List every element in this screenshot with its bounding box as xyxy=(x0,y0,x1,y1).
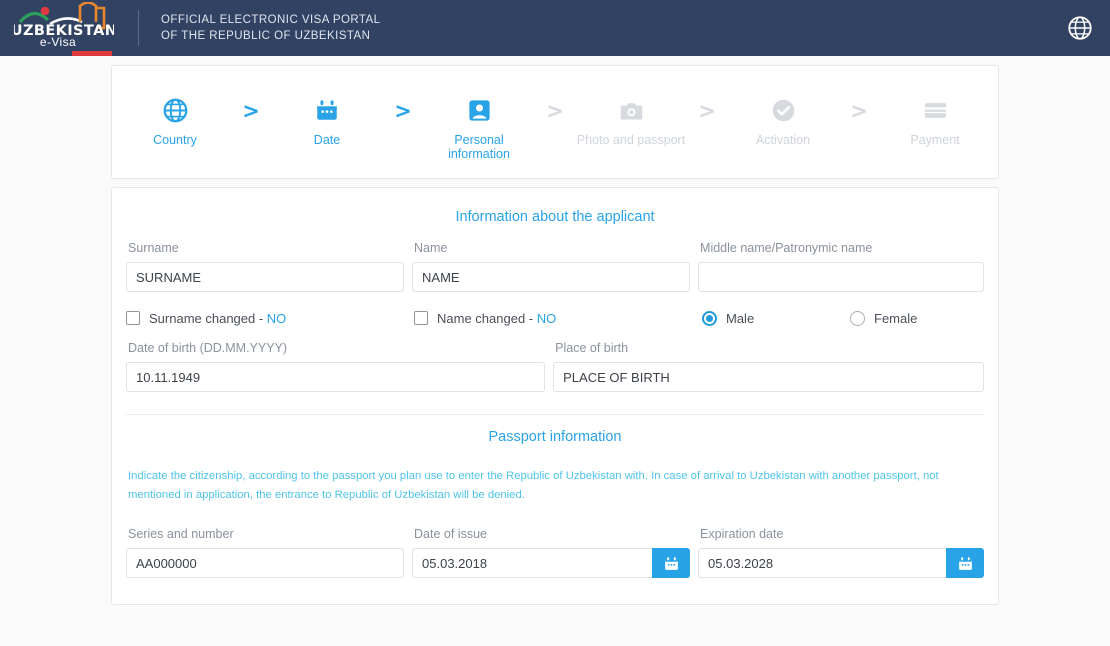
camera-icon xyxy=(572,94,690,126)
credit-card-icon xyxy=(876,94,994,126)
name-input[interactable] xyxy=(412,262,691,292)
step-date[interactable]: Date xyxy=(268,94,386,147)
series-and-number-input[interactable] xyxy=(126,548,405,578)
issue-date-field-group: Date of issue xyxy=(412,527,698,578)
step-label: Payment xyxy=(910,133,960,147)
page-body: Country > Date > Personal information > … xyxy=(0,56,1110,646)
expiration-date-label: Expiration date xyxy=(700,527,784,541)
name-changed-checkbox[interactable]: Name changed - NO xyxy=(414,311,702,326)
middle-name-field-group: Middle name/Patronymic name xyxy=(698,241,984,292)
pob-label: Place of birth xyxy=(555,341,629,355)
middle-name-label: Middle name/Patronymic name xyxy=(700,241,873,255)
name-changed-label: Name changed - NO xyxy=(437,311,556,326)
portal-title-line2: OF THE REPUBLIC OF UZBEKISTAN xyxy=(161,30,371,42)
surname-input[interactable] xyxy=(126,262,405,292)
step-personal-information[interactable]: Personal information xyxy=(420,94,538,161)
radio-circle[interactable] xyxy=(850,310,865,326)
step-chevron-5: > xyxy=(850,99,868,123)
site-header: UZBEKISTAN e-Visa OFFICIAL ELECTRONIC VI… xyxy=(0,0,1110,56)
expiration-date-input-group xyxy=(698,548,984,578)
passport-section-title: Passport information xyxy=(488,429,622,445)
birth-row: Date of birth (DD.MM.YYYY) Place of birt… xyxy=(126,341,984,392)
step-chevron-3: > xyxy=(546,99,564,123)
issue-date-label: Date of issue xyxy=(414,527,487,541)
expiration-date-field-group: Expiration date xyxy=(698,527,984,578)
globe-icon xyxy=(116,94,234,126)
checkbox-box[interactable] xyxy=(414,311,428,325)
series-label: Series and number xyxy=(128,527,234,541)
step-label: Date xyxy=(313,133,341,147)
portal-title-line1: OFFICIAL ELECTRONIC VISA PORTAL xyxy=(161,14,381,26)
radio-circle[interactable] xyxy=(702,310,717,326)
step-activation[interactable]: Activation xyxy=(724,94,842,147)
surname-changed-text: Surname changed - xyxy=(149,310,267,326)
surname-changed-checkbox[interactable]: Surname changed - NO xyxy=(126,311,414,326)
date-of-issue-input[interactable] xyxy=(412,548,653,578)
place-of-birth-input[interactable] xyxy=(553,362,984,392)
passport-row: Series and number Date of issue xyxy=(126,527,984,578)
logo-subtitle: e-Visa xyxy=(39,35,77,49)
calendar-icon xyxy=(268,94,386,126)
name-label: Name xyxy=(414,241,448,255)
step-label-line2: information xyxy=(448,147,510,161)
step-label: Country xyxy=(153,133,197,147)
date-of-birth-input[interactable] xyxy=(126,362,546,392)
surname-changed-label: Surname changed - NO xyxy=(149,311,286,326)
stepper-card: Country > Date > Personal information > … xyxy=(111,65,999,179)
female-label: Female xyxy=(874,310,918,326)
step-photo-and-passport[interactable]: Photo and passport xyxy=(572,94,690,147)
dob-field-group: Date of birth (DD.MM.YYYY) xyxy=(126,341,553,392)
issue-date-calendar-icon[interactable] xyxy=(652,548,691,578)
name-field-group: Name xyxy=(412,241,698,292)
step-chevron-1: > xyxy=(242,99,260,123)
expiration-date-input[interactable] xyxy=(698,548,946,578)
checkbox-box[interactable] xyxy=(126,311,140,325)
application-form-card: Information about the applicant Surname … xyxy=(111,187,999,605)
step-chevron-2: > xyxy=(394,99,412,123)
expiration-date-calendar-icon[interactable] xyxy=(946,548,984,578)
progress-stepper: Country > Date > Personal information > … xyxy=(112,66,998,178)
step-country[interactable]: Country xyxy=(116,94,234,147)
name-changed-text: Name changed - xyxy=(437,310,537,326)
series-field-group: Series and number xyxy=(126,527,412,578)
step-label: Activation xyxy=(755,133,811,147)
gender-male-radio[interactable]: Male xyxy=(702,310,850,326)
logo-accent-bar xyxy=(72,51,112,56)
male-label: Male xyxy=(726,310,755,326)
logo[interactable]: UZBEKISTAN e-Visa xyxy=(8,0,118,56)
name-changed-value: NO xyxy=(536,310,557,326)
uzbekistan-logo-art: UZBEKISTAN xyxy=(14,2,114,38)
issue-date-input-group xyxy=(412,548,691,578)
dob-label: Date of birth (DD.MM.YYYY) xyxy=(128,341,288,355)
names-row: Surname Name Middle name/Patronymic name xyxy=(126,241,984,292)
step-label: Photo and passport xyxy=(576,133,686,147)
surname-label: Surname xyxy=(128,241,179,255)
language-globe-icon[interactable] xyxy=(1066,14,1094,42)
surname-field-group: Surname xyxy=(126,241,412,292)
portal-title: OFFICIAL ELECTRONIC VISA PORTAL OF THE R… xyxy=(161,12,381,44)
pob-field-group: Place of birth xyxy=(553,341,984,392)
person-card-icon xyxy=(420,94,538,126)
header-divider xyxy=(138,10,139,46)
step-payment[interactable]: Payment xyxy=(876,94,994,147)
step-label-line1: Personal xyxy=(454,133,504,147)
surname-changed-value: NO xyxy=(266,310,287,326)
check-circle-icon xyxy=(724,94,842,126)
step-label: Personal information xyxy=(420,133,538,161)
passport-notice: Indicate the citizenship, according to t… xyxy=(128,470,939,501)
applicant-section-title: Information about the applicant xyxy=(455,209,655,225)
changes-and-gender-row: Surname changed - NO Name changed - NO M… xyxy=(126,299,984,337)
gender-female-radio[interactable]: Female xyxy=(850,310,918,326)
middle-name-input[interactable] xyxy=(698,262,984,292)
step-chevron-4: > xyxy=(698,99,716,123)
